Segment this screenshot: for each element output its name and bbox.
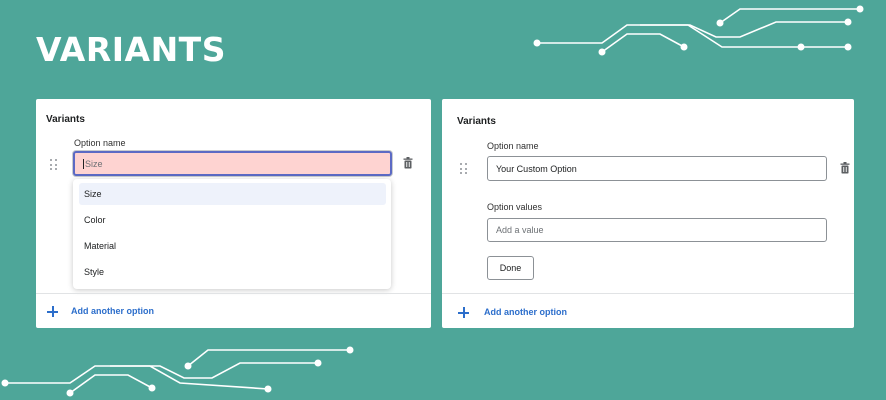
dropdown-item-color[interactable]: Color [79,209,386,231]
option-values-input[interactable]: Add a value [487,218,827,242]
option-dropdown: Size Color Material Style [73,179,391,289]
dropdown-item-material[interactable]: Material [79,235,386,257]
option-name-input[interactable]: Size [73,151,392,176]
card-title: Variants [46,114,85,125]
add-another-option-link[interactable]: Add another option [484,307,567,317]
plus-icon[interactable] [458,307,469,318]
trash-icon[interactable] [403,157,413,169]
option-name-input[interactable]: Your Custom Option [487,156,827,181]
dropdown-item-style[interactable]: Style [79,261,386,283]
variants-card-dropdown: Variants Option name Size Size Color Mat… [36,99,431,328]
card-divider [36,293,431,294]
drag-handle-icon[interactable] [50,159,58,171]
page-title: VARIANTS [36,30,226,69]
dropdown-item-size[interactable]: Size [79,183,386,205]
option-name-label: Option name [487,141,539,151]
option-name-value: Size [85,158,103,169]
option-values-placeholder: Add a value [496,225,544,235]
option-values-label: Option values [487,202,543,212]
done-button[interactable]: Done [487,256,534,280]
add-another-option-link[interactable]: Add another option [71,306,154,316]
card-title: Variants [457,116,496,127]
text-caret [83,158,84,169]
variants-card-custom: Variants Option name Your Custom Option … [442,99,854,328]
plus-icon[interactable] [47,306,58,317]
option-name-label: Option name [74,138,126,148]
option-name-value: Your Custom Option [496,163,577,174]
card-divider [442,293,854,294]
drag-handle-icon[interactable] [460,163,468,175]
trash-icon[interactable] [840,162,850,174]
